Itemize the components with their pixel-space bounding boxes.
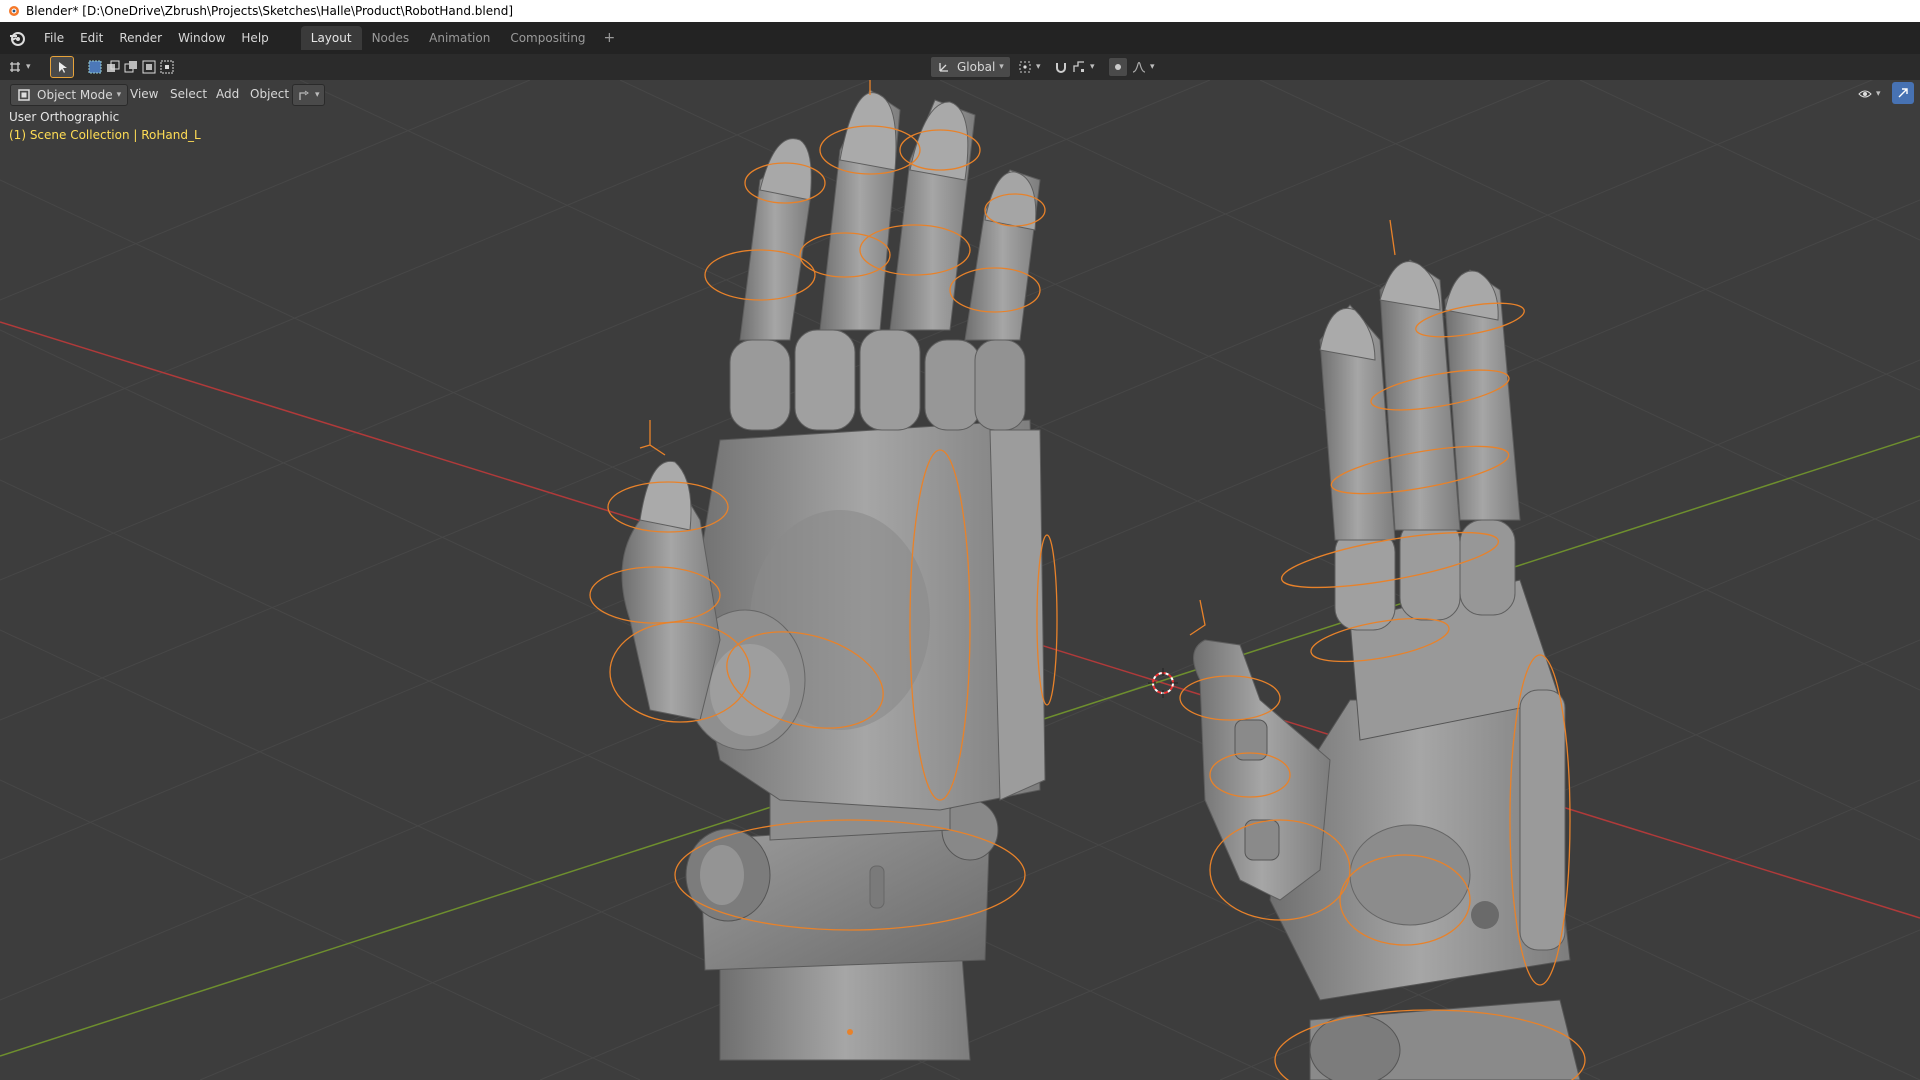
chevron-down-icon: ▾ — [315, 90, 320, 100]
snap-target-dropdown[interactable]: ▾ — [1072, 57, 1095, 77]
menu-help[interactable]: Help — [233, 27, 276, 49]
transform-orientation-dropdown[interactable]: Global ▾ — [930, 56, 1011, 78]
tab-compositing[interactable]: Compositing — [500, 26, 595, 50]
select-subtract-icon[interactable] — [124, 60, 138, 74]
chevron-down-icon: ▾ — [116, 90, 122, 100]
select-extend-icon[interactable] — [106, 60, 120, 74]
visibility-dropdown[interactable]: ▾ — [1858, 84, 1881, 104]
gizmo-icon — [1898, 88, 1908, 98]
mode-label: Object Mode — [37, 88, 113, 102]
falloff-curve-icon — [1132, 61, 1146, 73]
select-invert-icon[interactable] — [142, 60, 156, 74]
snap-toggle[interactable] — [1054, 57, 1068, 77]
orientation-icon — [939, 63, 948, 72]
visibility-icon — [1858, 90, 1872, 98]
window-title: Blender* [D:\OneDrive\Zbrush\Projects\Sk… — [26, 4, 514, 18]
proportional-falloff-dropdown[interactable]: ▾ — [1132, 57, 1155, 77]
proportional-edit-toggle[interactable] — [1108, 57, 1128, 77]
chevron-down-icon: ▾ — [1876, 89, 1881, 99]
gizmo-toggle[interactable] — [1892, 82, 1914, 104]
editor-type-icon — [10, 62, 20, 72]
transform-affect-icon — [299, 90, 309, 100]
tab-nodes[interactable]: Nodes — [362, 26, 420, 50]
blender-app-icon — [9, 6, 19, 16]
workspace-tabs: Layout Nodes Animation Compositing + — [300, 26, 624, 50]
tab-animation[interactable]: Animation — [419, 26, 500, 50]
chevron-down-icon: ▾ — [1090, 62, 1095, 72]
view-menu[interactable]: View — [130, 84, 158, 104]
select-menu[interactable]: Select — [170, 84, 207, 104]
menu-file[interactable]: File — [36, 27, 72, 49]
menu-window[interactable]: Window — [170, 27, 233, 49]
select-tool-button[interactable] — [50, 56, 74, 78]
top-menubar: File Edit Render Window Help Layout Node… — [0, 22, 1920, 54]
robot-hand-left-mesh[interactable] — [621, 89, 1046, 1061]
tab-layout[interactable]: Layout — [300, 26, 362, 50]
selection-mode-group — [88, 57, 174, 77]
robot-hand-right-mesh[interactable] — [1193, 259, 1581, 1080]
chevron-down-icon: ▾ — [1150, 62, 1155, 72]
collection-info-label: (1) Scene Collection | RoHand_L — [9, 128, 201, 142]
snap-icon — [1056, 63, 1066, 73]
menu-edit[interactable]: Edit — [72, 27, 111, 49]
window-titlebar: Blender* [D:\OneDrive\Zbrush\Projects\Sk… — [0, 0, 1920, 22]
editor-type-button[interactable]: ▾ — [8, 57, 31, 77]
snap-target-icon — [1073, 61, 1084, 72]
mode-dropdown[interactable]: Object Mode ▾ — [10, 84, 129, 106]
transform-affect-dropdown[interactable]: ▾ — [292, 84, 325, 106]
pivot-icon — [1019, 61, 1031, 73]
cursor-arrow-icon — [59, 62, 67, 73]
viewport-canvas[interactable] — [0, 80, 1920, 1080]
chevron-down-icon: ▾ — [1036, 62, 1041, 72]
select-box-icon[interactable] — [88, 60, 102, 74]
proportional-icon — [1115, 64, 1121, 70]
select-intersect-icon[interactable] — [160, 60, 174, 74]
pivot-point-dropdown[interactable]: ▾ — [1018, 57, 1041, 77]
3d-viewport[interactable]: Object Mode ▾ View Select Add Object ▾ ▾… — [0, 80, 1920, 1080]
object-mode-icon — [18, 89, 30, 101]
add-workspace-button[interactable]: + — [596, 26, 624, 50]
view-name-label: User Orthographic — [9, 110, 120, 124]
object-menu[interactable]: Object — [250, 84, 289, 104]
chevron-down-icon: ▾ — [26, 62, 31, 72]
menu-render[interactable]: Render — [111, 27, 170, 49]
chevron-down-icon: ▾ — [999, 62, 1004, 72]
add-menu[interactable]: Add — [216, 84, 239, 104]
transform-orientation-label: Global — [957, 60, 996, 74]
blender-logo-icon[interactable] — [8, 29, 26, 47]
tool-header: ▾ Global ▾ ▾ ▾ ▾ — [0, 54, 1920, 80]
